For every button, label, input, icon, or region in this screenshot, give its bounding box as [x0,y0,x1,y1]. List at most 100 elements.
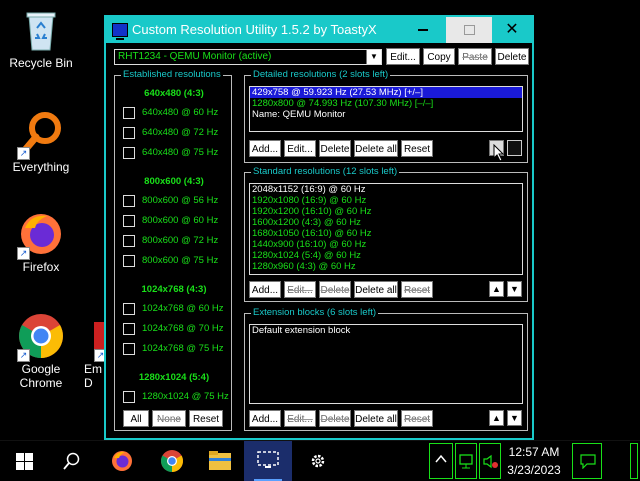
move-down-arrow-icon[interactable]: ▼ [507,281,522,297]
list-item[interactable]: 1920x1080 (16:9) @ 60 Hz [250,195,522,206]
checkbox[interactable] [123,235,135,247]
detailed-edit-button[interactable]: Edit... [284,140,316,157]
checkbox[interactable] [123,391,135,403]
clock-date: 3/23/2023 [507,463,561,477]
shortcut-arrow-icon: ↗ [17,349,30,362]
standard-delete-all-button[interactable]: Delete all [354,281,398,298]
partial-icon-label: Em D [84,362,102,390]
established-all-button[interactable]: All [123,410,149,427]
extension-reset-button[interactable]: Reset [401,410,433,427]
extension-delete-all-button[interactable]: Delete all [354,410,398,427]
list-item[interactable]: 1280x1024 (5:4) @ 60 Hz [250,250,522,261]
list-item[interactable]: 429x758 @ 59.923 Hz (27.53 MHz) [+/–] [250,87,522,98]
clock[interactable]: 12:57 AM 3/23/2023 [505,443,563,479]
move-down-arrow-icon[interactable] [507,140,522,156]
chrome-icon: ↗ [17,312,65,362]
maximize-button[interactable] [446,17,492,43]
show-desktop-button[interactable] [630,443,638,479]
standard-add-button[interactable]: Add... [249,281,281,298]
list-item[interactable]: 2048x1152 (16:9) @ 60 Hz [250,184,522,195]
close-icon: ✕ [505,21,519,38]
start-button[interactable] [0,441,48,481]
move-down-arrow-icon[interactable]: ▼ [507,410,522,426]
notifications-button[interactable] [572,443,602,479]
folder-icon [209,451,231,470]
desktop-icon-firefox[interactable]: ↗ Firefox [2,210,80,274]
checkbox[interactable] [123,323,135,335]
desktop-icon-chrome[interactable]: ↗ Google Chrome [2,312,80,390]
list-item[interactable]: 1280x960 (4:3) @ 60 Hz [250,261,522,272]
taskbar-file-explorer[interactable] [196,441,244,481]
list-item[interactable]: Name: QEMU Monitor [250,109,522,120]
search-icon [63,452,80,470]
move-up-arrow-icon[interactable]: ▲ [489,281,504,297]
firefox-label: Firefox [22,260,60,274]
close-button[interactable]: ✕ [492,17,532,43]
show-hidden-icons-button[interactable] [429,443,453,479]
established-reset-button[interactable]: Reset [189,410,223,427]
list-item[interactable]: 1440x900 (16:10) @ 60 Hz [250,239,522,250]
list-item[interactable]: Default extension block [250,325,522,336]
checkbox[interactable] [123,195,135,207]
detailed-delete-button[interactable]: Delete [319,140,351,157]
checkbox[interactable] [123,303,135,315]
desktop-icon-everything[interactable]: ↗ Everything [2,110,80,174]
standard-edit-button[interactable]: Edit... [284,281,316,298]
desktop-icon-recycle-bin[interactable]: Recycle Bin [2,6,80,70]
detailed-list[interactable]: 429x758 @ 59.923 Hz (27.53 MHz) [+/–] 12… [249,86,523,132]
group-heading: 1280x1024 (5:4) [138,372,210,383]
network-button[interactable] [455,443,477,479]
gear-icon [311,454,325,468]
app-icon: ↗ [80,318,104,362]
extension-delete-button[interactable]: Delete [319,410,351,427]
chevron-up-icon [435,454,447,463]
established-title: Established resolutions [121,69,223,80]
taskbar-firefox[interactable] [98,441,146,481]
checkbox[interactable] [123,343,135,355]
list-item[interactable]: 1280x800 @ 74.993 Hz (107.30 MHz) [–/–] [250,98,522,109]
windows-logo-icon [15,453,33,470]
standard-delete-button[interactable]: Delete [319,281,351,298]
recycle-bin-icon [17,6,65,54]
shortcut-arrow-icon: ↗ [17,247,30,260]
monitor-copy-button[interactable]: Copy [423,48,455,65]
extension-list[interactable]: Default extension block [249,324,523,404]
search-button[interactable] [48,441,96,481]
title-bar[interactable]: Custom Resolution Utility 1.5.2 by Toast… [106,17,532,43]
taskbar-chrome[interactable] [148,441,196,481]
standard-resolutions-group: Standard resolutions (12 slots left) 204… [244,166,528,302]
taskbar-settings[interactable] [294,441,342,481]
list-item[interactable]: 1600x1200 (4:3) @ 60 Hz [250,217,522,228]
move-up-arrow-icon[interactable]: ▲ [489,410,504,426]
firefox-icon [112,451,132,471]
list-item[interactable]: 1680x1050 (16:10) @ 60 Hz [250,228,522,239]
recycle-bin-label: Recycle Bin [9,56,73,70]
shortcut-arrow-icon: ↗ [17,147,30,160]
detailed-reset-button[interactable]: Reset [401,140,433,157]
standard-reset-button[interactable]: Reset [401,281,433,298]
checkbox[interactable] [123,127,135,139]
minimize-button[interactable] [400,17,446,43]
list-item[interactable]: 1920x1200 (16:10) @ 60 Hz [250,206,522,217]
extension-blocks-group: Extension blocks (6 slots left) Default … [244,307,528,431]
monitor-delete-button[interactable]: Delete [495,48,529,65]
checkbox[interactable] [123,107,135,119]
checkbox[interactable] [123,215,135,227]
desktop-icon-partial[interactable]: ↗ Em D [80,318,104,390]
monitor-select[interactable]: RHT1234 - QEMU Monitor (active) ▼ [114,49,382,65]
checkbox[interactable] [123,147,135,159]
detailed-resolutions-group: Detailed resolutions (2 slots left) 429x… [244,69,528,163]
detailed-add-button[interactable]: Add... [249,140,281,157]
established-none-button[interactable]: None [152,410,186,427]
detailed-delete-all-button[interactable]: Delete all [354,140,398,157]
standard-list[interactable]: 2048x1152 (16:9) @ 60 Hz 1920x1080 (16:9… [249,183,523,275]
taskbar-cru[interactable] [244,441,292,481]
monitor-app-icon [112,23,128,40]
volume-button[interactable] [479,443,501,479]
monitor-paste-button[interactable]: Paste [458,48,492,65]
extension-add-button[interactable]: Add... [249,410,281,427]
extension-edit-button[interactable]: Edit... [284,410,316,427]
monitor-edit-button[interactable]: Edit... [386,48,420,65]
minimize-icon [418,28,428,31]
checkbox[interactable] [123,255,135,267]
